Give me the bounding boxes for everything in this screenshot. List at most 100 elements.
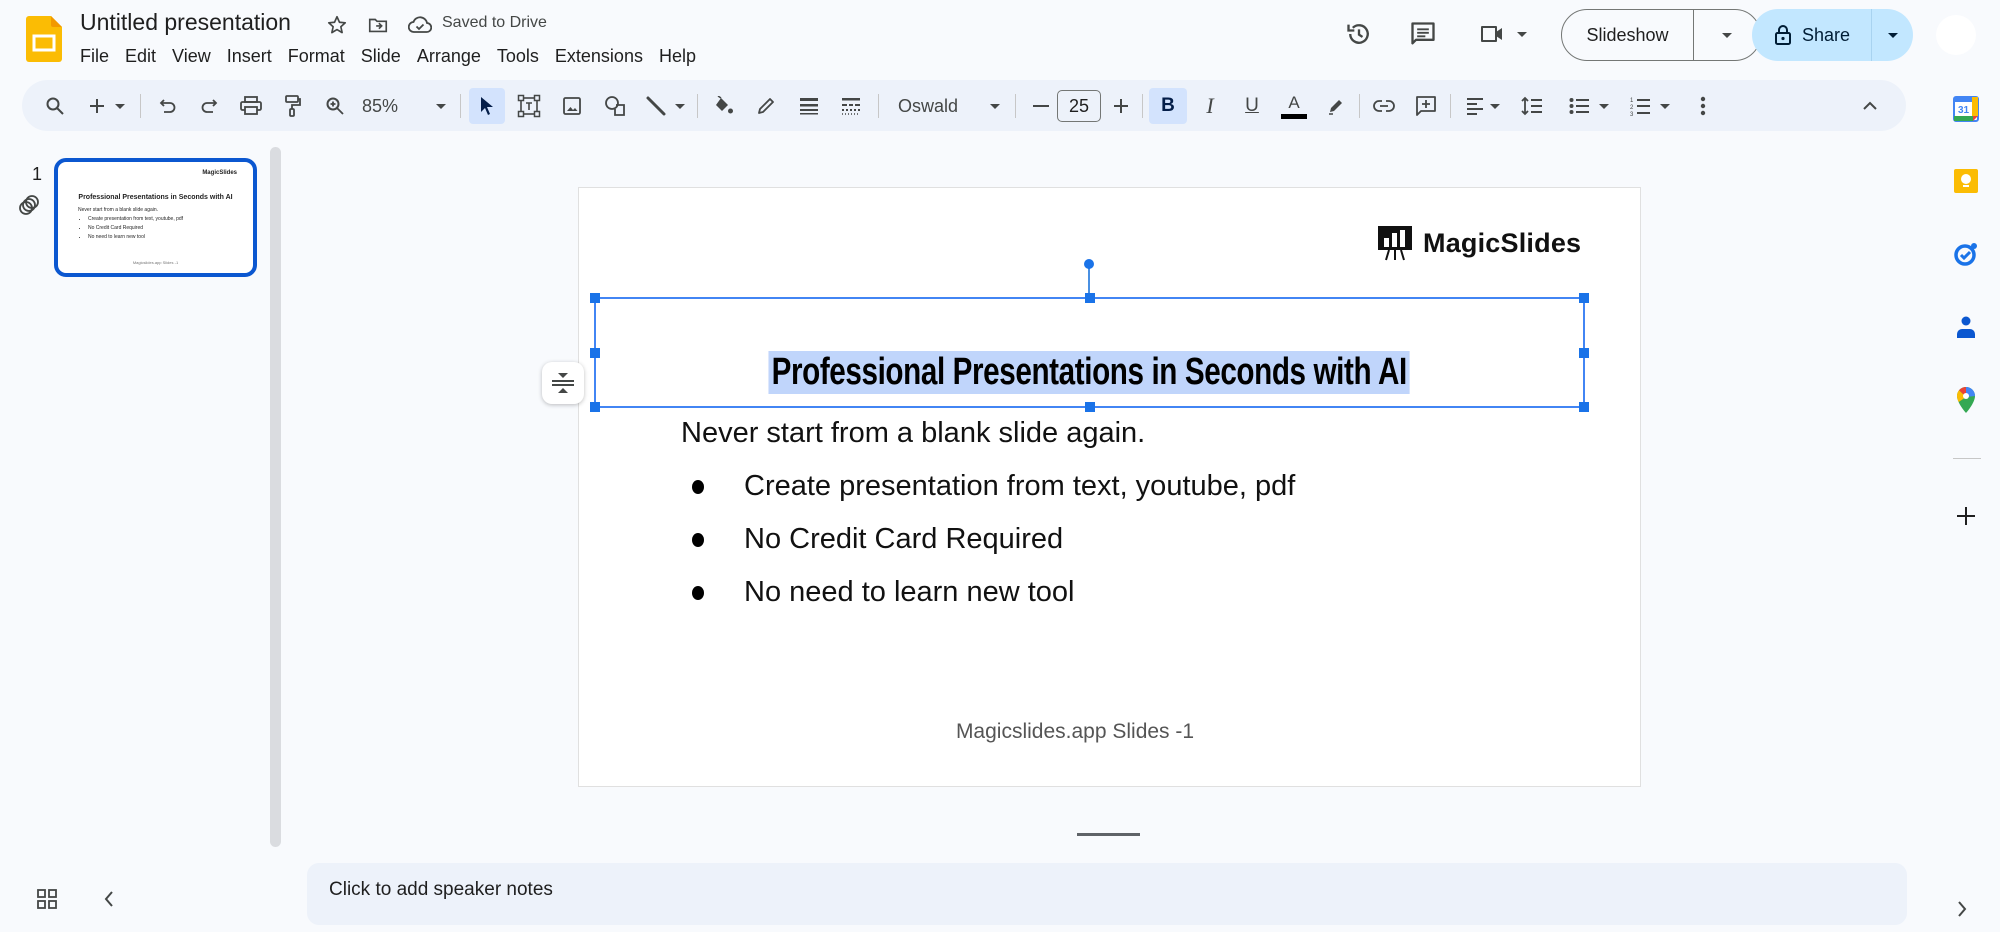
font-size-value[interactable]: 25 [1057,90,1101,122]
print-icon[interactable] [234,88,268,124]
toolbar-divider [1015,94,1016,118]
meet-button[interactable] [1473,14,1533,54]
more-options-icon[interactable] [1688,88,1718,124]
text-box-icon[interactable] [511,88,547,124]
menu-arrange[interactable]: Arrange [409,42,489,70]
undo-icon[interactable] [151,88,185,124]
share-options-dropdown[interactable] [1872,9,1913,61]
line-spacing-icon[interactable] [1514,88,1550,124]
collapse-toolbar-icon[interactable] [1853,88,1887,124]
slide-footer[interactable]: Magicslides.app Slides -1 [0,720,2000,744]
thumbnail-bullet: No Credit Card Required [88,224,183,233]
contacts-icon[interactable] [1950,311,1982,343]
fill-color-icon[interactable] [706,88,742,124]
menu-file[interactable]: File [72,42,117,70]
font-family-select[interactable]: Oswald [888,88,1010,124]
decrease-font-size-icon[interactable] [1024,88,1058,124]
redo-icon[interactable] [192,88,226,124]
tasks-icon[interactable] [1950,238,1982,270]
toolbar: 85% Oswald 25 B I U A 1 2 3 [22,80,1906,131]
slideshow-button[interactable]: Slideshow [1561,9,1761,61]
speaker-notes[interactable]: Click to add speaker notes [307,863,1907,925]
menu-format[interactable]: Format [280,42,353,70]
slide-bullet-item[interactable]: Create presentation from text, youtube, … [692,470,1295,503]
shape-icon[interactable] [597,88,633,124]
menu-insert[interactable]: Insert [219,42,280,70]
slide-title-text[interactable]: Professional Presentations in Seconds wi… [768,351,1411,394]
zoom-icon[interactable] [318,88,352,124]
autofit-button[interactable] [542,362,584,404]
resize-handle-nw[interactable] [590,293,600,303]
calendar-icon[interactable]: 31 [1950,93,1982,125]
show-side-panel-icon[interactable] [1956,900,1968,923]
select-tool-icon[interactable] [469,88,505,124]
insert-image-icon[interactable] [554,88,590,124]
zoom-select[interactable]: 85% [354,88,454,124]
resize-handle-se[interactable] [1579,402,1589,412]
resize-handle-sw[interactable] [590,402,600,412]
slides-logo-icon[interactable] [26,16,62,62]
search-menus-icon[interactable] [37,88,73,124]
slideshow-label[interactable]: Slideshow [1562,10,1694,60]
font-name: Oswald [898,95,959,116]
grid-view-icon[interactable] [36,888,58,915]
menu-edit[interactable]: Edit [117,42,164,70]
bullet-dot [692,532,704,547]
resize-handle-n[interactable] [1085,293,1095,303]
slideshow-options-dropdown[interactable] [1694,10,1760,60]
text-color-button[interactable]: A [1276,88,1312,124]
share-button[interactable]: Share [1752,9,1913,61]
insert-link-icon[interactable] [1366,88,1402,124]
comments-icon[interactable] [1403,14,1443,54]
new-slide-button[interactable] [82,88,132,124]
menu-extensions[interactable]: Extensions [547,42,651,70]
menu-slide[interactable]: Slide [353,42,409,70]
document-title[interactable]: Untitled presentation [80,9,291,36]
toolbar-divider [878,94,879,118]
numbered-list-button[interactable]: 123 [1620,88,1680,124]
get-addons-icon[interactable] [1950,500,1982,532]
slide-number: 1 [32,164,43,184]
add-comment-icon[interactable] [1408,88,1444,124]
slide-title[interactable]: Professional Presentations in Seconds wi… [596,351,1583,394]
notes-resize-handle[interactable] [1077,833,1140,836]
bulleted-list-button[interactable] [1559,88,1619,124]
collapse-filmstrip-icon[interactable] [102,888,116,915]
linked-slide-icon[interactable] [18,193,42,222]
border-color-icon[interactable] [748,88,784,124]
move-to-folder-icon[interactable] [365,12,391,38]
slide-bullet-item[interactable]: No Credit Card Required [692,523,1063,556]
version-history-icon[interactable] [1339,14,1379,54]
slide-subtitle[interactable]: Never start from a blank slide again. [681,417,1145,450]
resize-handle-ne[interactable] [1579,293,1589,303]
keep-icon[interactable] [1950,165,1982,197]
slide-bullet-item[interactable]: No need to learn new tool [692,576,1075,609]
align-button[interactable] [1458,88,1508,124]
cloud-saved-icon[interactable] [407,12,433,38]
menu-view[interactable]: View [164,42,219,70]
underline-button[interactable]: U [1234,88,1270,124]
italic-button[interactable]: I [1192,88,1228,124]
star-icon[interactable] [324,12,350,38]
chevron-down-icon [1722,32,1732,38]
paint-format-icon[interactable] [276,88,310,124]
line-tool-button[interactable] [639,88,691,124]
plus-icon [90,99,104,113]
title-text-box[interactable]: Professional Presentations in Seconds wi… [590,293,1589,412]
account-avatar[interactable] [1936,15,1976,55]
border-dash-icon[interactable] [833,88,869,124]
share-main[interactable]: Share [1752,9,1872,61]
rotation-handle[interactable] [1084,259,1094,269]
save-status[interactable]: Saved to Drive [442,14,547,32]
border-weight-icon[interactable] [791,88,827,124]
highlight-color-icon[interactable] [1318,88,1354,124]
slide-thumbnail[interactable]: MagicSlides Professional Presentations i… [54,158,257,277]
bullet-dot [692,585,704,600]
increase-font-size-icon[interactable] [1104,88,1138,124]
maps-icon[interactable] [1950,384,1982,416]
resize-handle-s[interactable] [1085,402,1095,412]
menu-help[interactable]: Help [651,42,704,70]
menu-tools[interactable]: Tools [489,42,547,70]
font-size-field[interactable]: 25 [1056,88,1102,124]
bold-button[interactable]: B [1149,88,1187,124]
